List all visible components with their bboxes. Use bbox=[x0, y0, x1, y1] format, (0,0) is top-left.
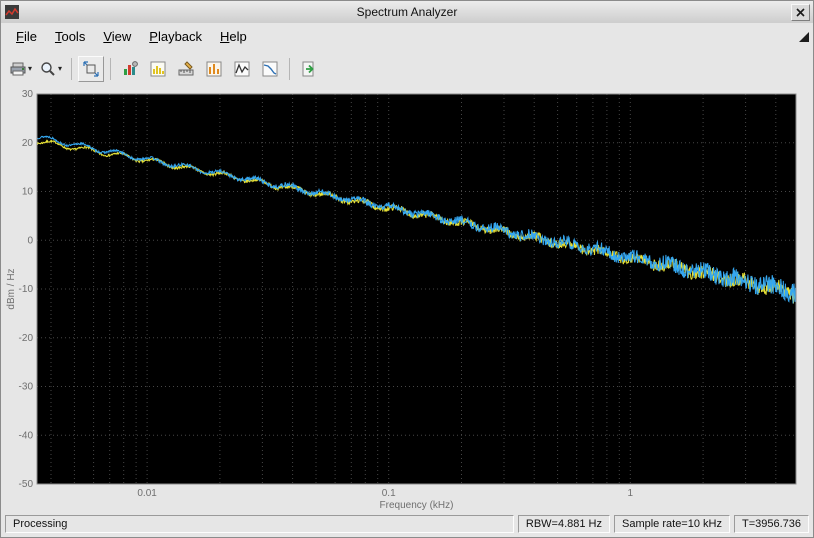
titlebar[interactable]: Spectrum Analyzer bbox=[1, 1, 813, 24]
ccdf-button[interactable] bbox=[257, 56, 283, 82]
svg-text:-40: -40 bbox=[19, 430, 34, 441]
svg-text:-30: -30 bbox=[19, 382, 34, 393]
toolbar: ▾ ▾ bbox=[1, 50, 813, 87]
zoom-button[interactable]: ▾ bbox=[37, 56, 65, 82]
svg-text:0: 0 bbox=[27, 235, 33, 246]
autoscale-icon bbox=[83, 61, 99, 77]
spectrum-icon bbox=[150, 61, 166, 77]
menubar: File Tools View Playback Help bbox=[1, 23, 813, 50]
dock-icon[interactable] bbox=[799, 32, 809, 42]
toolbar-separator bbox=[289, 58, 290, 80]
svg-text:0.1: 0.1 bbox=[382, 488, 396, 499]
close-button[interactable] bbox=[791, 4, 810, 21]
menu-item-file[interactable]: File bbox=[7, 25, 46, 48]
menu-item-tools[interactable]: Tools bbox=[46, 25, 94, 48]
svg-text:dBm / Hz: dBm / Hz bbox=[6, 268, 17, 309]
svg-text:30: 30 bbox=[22, 89, 34, 100]
ccdf-icon bbox=[262, 61, 278, 77]
peak-finder-icon bbox=[206, 61, 222, 77]
close-icon bbox=[796, 8, 805, 17]
status-sample-rate: Sample rate=10 kHz bbox=[614, 515, 730, 533]
status-time: T=3956.736 bbox=[734, 515, 809, 533]
playback-button[interactable] bbox=[296, 56, 322, 82]
window-title: Spectrum Analyzer bbox=[1, 5, 813, 19]
autoscale-button[interactable] bbox=[78, 56, 104, 82]
peak-finder-button[interactable] bbox=[201, 56, 227, 82]
distortion-button[interactable] bbox=[229, 56, 255, 82]
svg-text:-50: -50 bbox=[19, 479, 34, 490]
statusbar: Processing RBW=4.881 Hz Sample rate=10 k… bbox=[1, 511, 813, 537]
magnifier-icon bbox=[40, 61, 56, 77]
spectrum-settings-button[interactable] bbox=[117, 56, 143, 82]
chevron-down-icon: ▾ bbox=[58, 65, 62, 73]
spectrum-button[interactable] bbox=[145, 56, 171, 82]
toolbar-separator bbox=[110, 58, 111, 80]
print-button[interactable]: ▾ bbox=[7, 56, 35, 82]
status-rbw: RBW=4.881 Hz bbox=[518, 515, 610, 533]
svg-text:10: 10 bbox=[22, 187, 34, 198]
measurements-button[interactable] bbox=[173, 56, 199, 82]
svg-text:-10: -10 bbox=[19, 284, 34, 295]
menu-item-playback[interactable]: Playback bbox=[140, 25, 211, 48]
spectrum-settings-icon bbox=[122, 61, 138, 77]
chevron-down-icon: ▾ bbox=[28, 65, 32, 73]
spectrum-analyzer-window: Spectrum Analyzer File Tools View Playba… bbox=[0, 0, 814, 538]
ruler-icon bbox=[178, 61, 194, 77]
status-message: Processing bbox=[5, 515, 514, 533]
svg-text:1: 1 bbox=[628, 488, 634, 499]
spectrum-plot[interactable]: 30 20 10 0 -10 -20 -30 -40 -50 0.01 0.1 1 Frequency … bbox=[1, 87, 814, 513]
step-forward-icon bbox=[301, 61, 317, 77]
menu-item-help[interactable]: Help bbox=[211, 25, 256, 48]
svg-text:0.01: 0.01 bbox=[137, 488, 157, 499]
svg-text:Frequency (kHz): Frequency (kHz) bbox=[380, 500, 454, 511]
distortion-icon bbox=[234, 61, 250, 77]
svg-text:20: 20 bbox=[22, 138, 34, 149]
menu-item-view[interactable]: View bbox=[94, 25, 140, 48]
svg-text:-20: -20 bbox=[19, 333, 34, 344]
toolbar-separator bbox=[71, 58, 72, 80]
printer-icon bbox=[10, 61, 26, 77]
